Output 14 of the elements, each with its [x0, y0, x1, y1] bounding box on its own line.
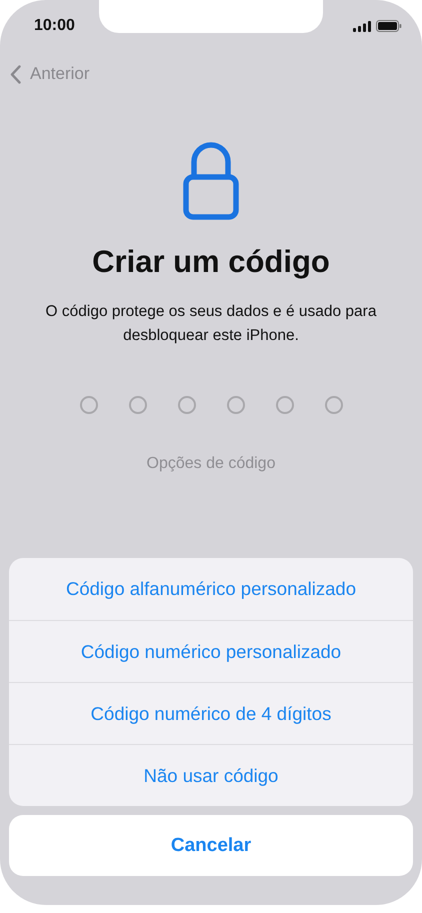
status-time: 10:00 [34, 17, 75, 35]
screen-title: Criar um código [92, 244, 330, 280]
battery-icon [376, 20, 402, 32]
chevron-left-icon [10, 64, 21, 84]
back-button[interactable]: Anterior [10, 64, 90, 84]
action-sheet-option[interactable]: Código numérico de 4 dígitos [9, 682, 413, 744]
cancel-button[interactable]: Cancelar [9, 815, 413, 876]
action-sheet-option[interactable]: Não usar código [9, 744, 413, 806]
description-text: O código protege os seus dados e é usado para desbloquear este iPhone. [44, 302, 378, 346]
padlock-icon [183, 142, 239, 220]
signal-icon [353, 20, 371, 32]
passcode-options-link[interactable]: Opções de código [146, 455, 276, 473]
action-sheet-option[interactable]: Código alfanumérico personalizado [9, 558, 413, 620]
action-sheet-option[interactable]: Código numérico personalizado [9, 620, 413, 682]
